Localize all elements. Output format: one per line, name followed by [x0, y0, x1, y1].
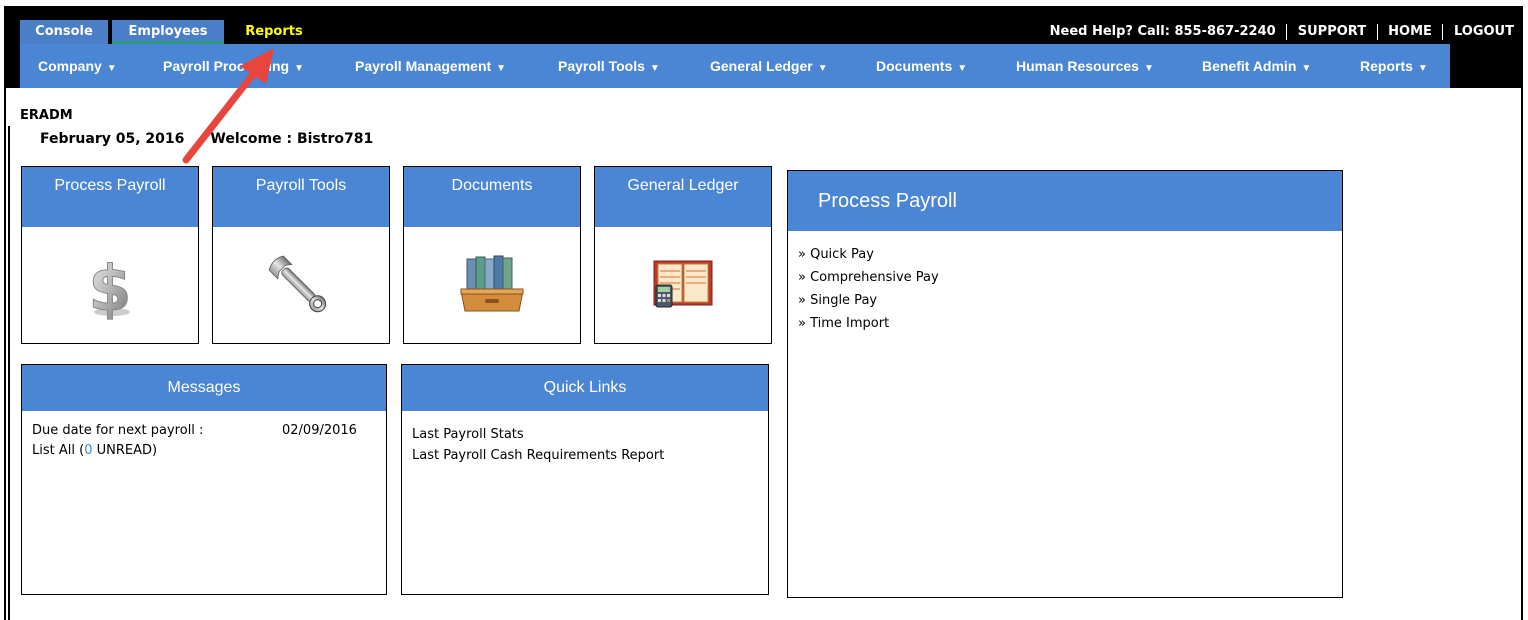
menu-documents[interactable]: Documents ▼ — [876, 44, 967, 88]
link-single-pay[interactable]: » Single Pay — [798, 289, 1342, 312]
due-date-value: 02/09/2016 — [282, 423, 357, 438]
tab-console[interactable]: Console — [20, 20, 110, 44]
tab-employees[interactable]: Employees — [112, 20, 224, 44]
chevron-down-icon: ▼ — [294, 63, 304, 74]
messages-panel: Messages Due date for next payroll : 02/… — [21, 364, 387, 595]
support-link[interactable]: SUPPORT — [1298, 24, 1366, 39]
tile-documents[interactable]: Documents — [403, 166, 581, 344]
divider — [1286, 23, 1288, 40]
date-welcome-line: February 05, 2016 Welcome : Bistro781 — [40, 131, 373, 147]
chevron-down-icon: ▼ — [1301, 63, 1312, 74]
menu-payroll-processing[interactable]: Payroll Processing ▼ — [163, 44, 304, 88]
unread-suffix: UNREAD) — [92, 443, 158, 458]
quick-link-cash-requirements[interactable]: Last Payroll Cash Requirements Report — [412, 446, 768, 469]
menu-company[interactable]: Company ▼ — [38, 44, 117, 88]
menu-label: Reports — [1360, 58, 1413, 74]
menu-label: Payroll Management — [355, 58, 492, 74]
process-payroll-title: Process Payroll — [788, 171, 1342, 231]
main-menu-bar: Company ▼ Payroll Processing ▼ Payroll Man… — [6, 44, 1522, 88]
list-all-link[interactable]: List All (0 UNREAD) — [32, 443, 386, 463]
svg-text:$: $ — [88, 252, 131, 320]
chevron-down-icon: ▼ — [1417, 63, 1428, 74]
menu-label: Company — [38, 58, 102, 74]
chevron-down-icon: ▼ — [496, 63, 507, 74]
logout-link[interactable]: LOGOUT — [1454, 24, 1514, 39]
welcome-text: Welcome : Bistro781 — [210, 131, 374, 147]
menu-label: Benefit Admin — [1202, 58, 1297, 74]
menu-benefit-admin[interactable]: Benefit Admin ▼ — [1202, 44, 1311, 88]
tile-process-payroll[interactable]: Process Payroll $ — [21, 166, 199, 344]
menu-reports[interactable]: Reports ▼ — [1360, 44, 1428, 88]
ledger-icon — [595, 227, 771, 343]
menu-payroll-management[interactable]: Payroll Management ▼ — [355, 44, 506, 88]
tile-title: Process Payroll — [22, 167, 198, 227]
main-menu: Company ▼ Payroll Processing ▼ Payroll Man… — [20, 44, 1450, 88]
due-date-label: Due date for next payroll : — [32, 423, 204, 438]
menu-label: Documents — [876, 58, 953, 74]
tab-reports[interactable]: Reports — [236, 20, 312, 44]
help-phone: Need Help? Call: 855-867-2240 — [1049, 24, 1276, 39]
current-date: February 05, 2016 — [40, 131, 185, 147]
divider — [8, 126, 10, 620]
link-comprehensive-pay[interactable]: » Comprehensive Pay — [798, 266, 1342, 289]
menu-payroll-tools[interactable]: Payroll Tools ▼ — [558, 44, 660, 88]
list-all-label: List All ( — [32, 443, 85, 458]
chevron-down-icon: ▼ — [649, 63, 660, 74]
quick-links-title: Quick Links — [402, 365, 768, 411]
user-code: ERADM — [20, 108, 73, 123]
menu-label: Payroll Processing — [163, 58, 290, 74]
link-quick-pay[interactable]: » Quick Pay — [798, 243, 1342, 266]
binders-icon — [404, 227, 580, 343]
tile-title: Payroll Tools — [213, 167, 389, 227]
menu-human-resources[interactable]: Human Resources ▼ — [1016, 44, 1154, 88]
tile-general-ledger[interactable]: General Ledger — [594, 166, 772, 344]
menu-label: Payroll Tools — [558, 58, 645, 74]
process-payroll-panel: Process Payroll » Quick Pay » Comprehens… — [787, 170, 1343, 598]
quick-link-last-payroll-stats[interactable]: Last Payroll Stats — [412, 423, 768, 446]
chevron-down-icon: ▼ — [1143, 63, 1154, 74]
wrench-icon — [213, 227, 389, 343]
home-link[interactable]: HOME — [1388, 24, 1432, 39]
tile-payroll-tools[interactable]: Payroll Tools — [212, 166, 390, 344]
dollar-icon: $ — [22, 227, 198, 343]
help-bar: Need Help? Call: 855-867-2240 SUPPORT HO… — [1050, 21, 1514, 43]
tile-title: General Ledger — [595, 167, 771, 227]
tile-title: Documents — [404, 167, 580, 227]
divider — [1442, 23, 1444, 40]
menu-label: Human Resources — [1016, 58, 1139, 74]
link-time-import[interactable]: » Time Import — [798, 312, 1342, 335]
menu-general-ledger[interactable]: General Ledger ▼ — [710, 44, 828, 88]
chevron-down-icon: ▼ — [106, 63, 117, 74]
process-payroll-links: » Quick Pay » Comprehensive Pay » Single… — [788, 231, 1342, 335]
menu-label: General Ledger — [710, 58, 813, 74]
chevron-down-icon: ▼ — [817, 63, 828, 74]
chevron-down-icon: ▼ — [957, 63, 968, 74]
divider — [1376, 23, 1378, 40]
quick-links-panel: Quick Links Last Payroll Stats Last Payr… — [401, 364, 769, 595]
messages-title: Messages — [22, 365, 386, 411]
